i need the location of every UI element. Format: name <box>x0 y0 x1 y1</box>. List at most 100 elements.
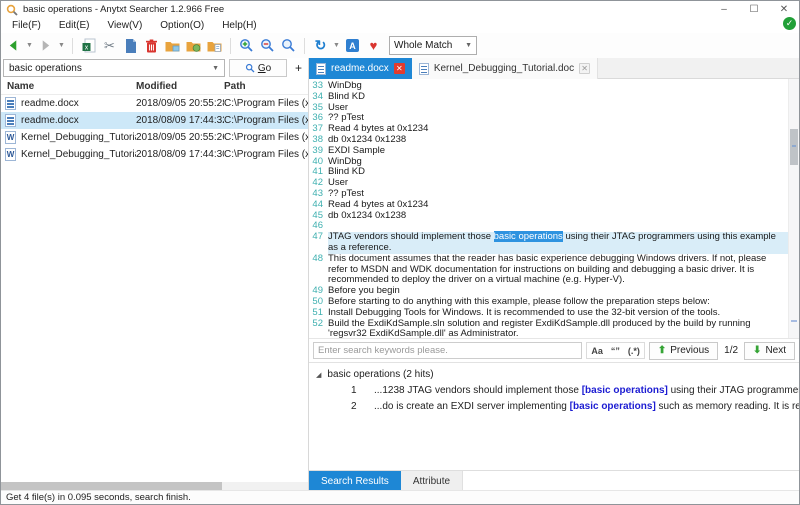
find-keywords-input[interactable] <box>313 342 582 359</box>
file-row[interactable]: Kernel_Debugging_Tutorial....2018/08/09 … <box>1 146 308 163</box>
file-path-cell: C:\Program Files (x86)\ <box>224 132 308 143</box>
next-match-button[interactable]: ⬇ Next <box>744 342 795 360</box>
text-run: db 0x1234 0x1238 <box>328 210 406 221</box>
zoom-out-icon[interactable] <box>258 36 277 55</box>
tree-expand-icon[interactable]: ◢ <box>316 371 321 379</box>
tab-attribute[interactable]: Attribute <box>401 471 463 491</box>
search-icon <box>245 63 255 73</box>
whole-word-button[interactable]: “” <box>607 346 624 356</box>
text-run: User <box>328 177 348 188</box>
result-group-row[interactable]: ◢ basic operations (2 hits) <box>309 367 799 382</box>
text-run: ...1238 JTAG vendors should implement th… <box>374 385 582 396</box>
menu-item-file[interactable]: File(F) <box>3 20 50 31</box>
export-icon[interactable]: x <box>79 36 98 55</box>
scrollbar-thumb[interactable] <box>790 129 798 165</box>
file-row[interactable]: Kernel_Debugging_Tutorial....2018/09/05 … <box>1 129 308 146</box>
search-query-value: basic operations <box>9 63 82 74</box>
text-run: JTAG vendors should implement those <box>328 231 494 242</box>
document-line: 48This document assumes that the reader … <box>309 254 788 286</box>
file-row[interactable]: readme.docx2018/08/09 17:44:32C:\Program… <box>1 112 308 129</box>
minimize-button[interactable]: – <box>709 1 739 18</box>
search-icon[interactable] <box>279 36 298 55</box>
cut-icon[interactable]: ✂ <box>100 36 119 55</box>
file-list-horizontal-scrollbar[interactable] <box>1 482 308 490</box>
tab-close-icon[interactable]: ✕ <box>394 63 405 74</box>
back-icon[interactable] <box>4 36 23 55</box>
result-item-number: 2 <box>351 401 374 412</box>
add-search-tab-button[interactable]: + <box>291 59 306 77</box>
result-item-text: ...do is create an EXDI server implement… <box>374 401 799 412</box>
copy-document-icon[interactable] <box>121 36 140 55</box>
line-text: WinDbg <box>328 157 788 168</box>
menu-item-help[interactable]: Help(H) <box>213 20 265 31</box>
document-vertical-scrollbar[interactable] <box>788 79 799 338</box>
font-icon[interactable]: A <box>343 36 362 55</box>
scrollbar-hit-marker <box>791 320 797 322</box>
line-text: db 0x1234 0x1238 <box>328 135 788 146</box>
refresh-icon[interactable]: ↻ <box>311 36 330 55</box>
line-text: EXDI Sample <box>328 146 788 157</box>
file-name: Kernel_Debugging_Tutorial.... <box>21 149 136 160</box>
toolbar: ▼ ▼ x ✂ <box>1 33 799 59</box>
maximize-button[interactable]: ☐ <box>739 1 769 18</box>
file-modified-cell: 2018/09/05 20:55:26 <box>136 132 224 143</box>
close-button[interactable]: ✕ <box>769 1 799 18</box>
menu-item-edit[interactable]: Edit(E) <box>50 20 99 31</box>
document-line: 47JTAG vendors should implement those ba… <box>309 232 788 254</box>
folder-preview-icon[interactable] <box>184 36 203 55</box>
file-name-cell: readme.docx <box>1 97 136 110</box>
file-name: readme.docx <box>21 98 79 109</box>
preview-panel: readme.docx✕Kernel_Debugging_Tutorial.do… <box>309 58 799 490</box>
result-item[interactable]: 1...1238 JTAG vendors should implement t… <box>309 382 799 398</box>
index-ok-check-icon: ✓ <box>783 17 796 30</box>
line-text: Blind KD <box>328 92 788 103</box>
text-run: using their JTAG programmers using this … <box>668 385 799 396</box>
document-line: 39EXDI Sample <box>309 146 788 157</box>
word-document-icon <box>5 148 16 161</box>
refresh-dropdown-icon[interactable]: ▼ <box>332 42 341 49</box>
match-mode-select[interactable]: Whole Match ▼ <box>389 36 477 55</box>
zoom-in-icon[interactable] <box>237 36 256 55</box>
menu-item-view[interactable]: View(V) <box>98 20 151 31</box>
document-line: 40WinDbg <box>309 157 788 168</box>
toolbar-separator <box>230 38 231 54</box>
file-row[interactable]: readme.docx2018/09/05 20:55:28C:\Program… <box>1 95 308 112</box>
forward-icon[interactable] <box>36 36 55 55</box>
line-number: 44 <box>309 200 328 211</box>
column-header-modified[interactable]: Modified <box>136 81 224 92</box>
column-header-name[interactable]: Name <box>1 81 136 92</box>
regex-button[interactable]: (.*) <box>624 346 644 356</box>
document-tab[interactable]: readme.docx✕ <box>309 58 412 79</box>
text-run: Before you begin <box>328 285 400 296</box>
menu-item-option[interactable]: Option(O) <box>151 20 213 31</box>
tab-search-results[interactable]: Search Results <box>309 471 401 491</box>
forward-dropdown-icon[interactable]: ▼ <box>57 42 66 49</box>
file-list-header[interactable]: Name Modified Path <box>1 78 308 95</box>
menu-bar: File(F)Edit(E)View(V)Option(O)Help(H) <box>1 18 799 33</box>
previous-match-button[interactable]: ⬆ Previous <box>649 342 718 360</box>
favorite-heart-icon[interactable]: ♥ <box>364 36 383 55</box>
document-line: 52Build the ExdiKdSample.sln solution an… <box>309 319 788 339</box>
text-run: Read 4 bytes at 0x1234 <box>328 199 428 210</box>
scrollbar-thumb[interactable] <box>1 482 222 490</box>
column-header-path[interactable]: Path <box>224 81 308 92</box>
delete-icon[interactable] <box>142 36 161 55</box>
tab-close-icon[interactable]: ✕ <box>579 63 590 74</box>
result-item[interactable]: 2...do is create an EXDI server implemen… <box>309 398 799 414</box>
bottom-tab-bar: Search ResultsAttribute <box>309 470 799 490</box>
line-text: JTAG vendors should implement those basi… <box>328 232 788 254</box>
search-query-input[interactable]: basic operations ▼ <box>3 59 225 77</box>
back-dropdown-icon[interactable]: ▼ <box>25 42 34 49</box>
word-document-icon <box>5 131 16 144</box>
folder-copy-icon[interactable] <box>205 36 224 55</box>
open-folder-icon[interactable] <box>163 36 182 55</box>
document-tab[interactable]: Kernel_Debugging_Tutorial.doc✕ <box>412 58 598 79</box>
match-counter: 1/2 <box>722 345 740 356</box>
text-run: such as memory reading. It is recommende… <box>656 401 799 412</box>
go-button[interactable]: Go <box>229 59 287 77</box>
line-number: 48 <box>309 254 328 286</box>
match-case-button[interactable]: Aa <box>587 346 607 356</box>
file-list-panel: basic operations ▼ Go + Name Modified Pa… <box>1 58 309 490</box>
text-run: ?? pTest <box>328 188 364 199</box>
file-name: Kernel_Debugging_Tutorial.... <box>21 132 136 143</box>
